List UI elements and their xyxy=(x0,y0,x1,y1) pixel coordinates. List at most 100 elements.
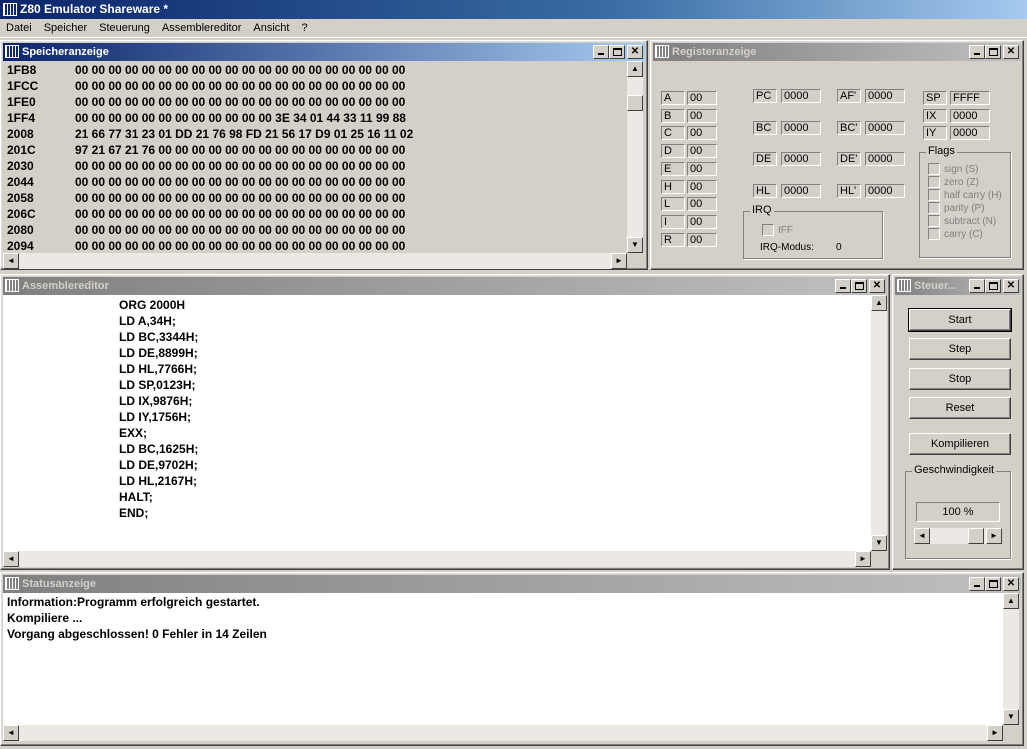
scroll-up-button[interactable]: ▲ xyxy=(871,295,887,311)
register-value: 00 xyxy=(687,144,717,159)
register-window: Registeranzeige ✕ A 00 B 00 C 00 D 00 E 00 H 00 L 00 I… xyxy=(650,40,1024,270)
memory-bytes: 00 00 00 00 00 00 00 00 00 00 00 00 3E 3… xyxy=(75,111,406,125)
close-button[interactable]: ✕ xyxy=(869,279,885,293)
menu-speicher[interactable]: Speicher xyxy=(38,19,93,37)
speed-increase-button[interactable]: ► xyxy=(986,528,1002,544)
minimize-button[interactable] xyxy=(593,45,609,59)
memory-address: 2058 xyxy=(7,191,34,205)
status-vscroll[interactable]: ▲ ▼ xyxy=(1003,593,1019,725)
register-value: 00 xyxy=(687,179,717,194)
window-icon xyxy=(5,45,19,58)
compile-button[interactable]: Kompilieren xyxy=(909,433,1011,455)
memory-titlebar[interactable]: Speicheranzeige ✕ xyxy=(3,43,645,61)
memory-view[interactable]: 1FB8 00 00 00 00 00 00 00 00 00 00 00 00 … xyxy=(3,61,627,251)
close-button[interactable]: ✕ xyxy=(1003,279,1019,293)
menu-steuerung[interactable]: Steuerung xyxy=(93,19,156,37)
flag-checkbox[interactable]: subtract (N) xyxy=(928,215,996,228)
scroll-up-button[interactable]: ▲ xyxy=(1003,593,1019,609)
register-label: A xyxy=(661,91,685,105)
minimize-button[interactable] xyxy=(835,279,851,293)
register-pair-value: 0000 xyxy=(781,120,821,135)
scroll-right-button[interactable]: ► xyxy=(855,551,871,567)
scroll-left-button[interactable]: ◄ xyxy=(3,253,19,269)
special-register-label: SP xyxy=(923,91,947,105)
maximize-button[interactable] xyxy=(609,45,625,59)
speed-decrease-button[interactable]: ◄ xyxy=(914,528,930,544)
flag-checkbox[interactable]: sign (S) xyxy=(928,163,978,176)
scroll-right-button[interactable]: ► xyxy=(987,725,1003,741)
status-line: Kompiliere ... xyxy=(7,611,83,625)
reset-button[interactable]: Reset xyxy=(909,397,1011,419)
iff-label: IFF xyxy=(778,225,793,236)
stop-button[interactable]: Stop xyxy=(909,368,1011,390)
scroll-up-button[interactable]: ▲ xyxy=(627,61,643,77)
irq-group-title: IRQ xyxy=(750,204,774,216)
memory-address: 206C xyxy=(7,207,36,221)
editor-textarea[interactable]: ORG 2000H LD A,34H; LD BC,3344H; LD DE,8899… xyxy=(3,295,871,551)
register-label: E xyxy=(661,161,685,176)
flag-checkbox[interactable]: zero (Z) xyxy=(928,176,979,189)
speed-slider[interactable]: ◄ ► xyxy=(914,528,1002,544)
close-button[interactable]: ✕ xyxy=(627,45,643,59)
status-titlebar[interactable]: Statusanzeige ✕ xyxy=(3,575,1021,593)
arrow-down-icon: ▼ xyxy=(1007,712,1015,721)
register-label: L xyxy=(661,197,685,212)
scroll-down-button[interactable]: ▼ xyxy=(1003,709,1019,725)
memory-bytes: 97 21 67 21 76 00 00 00 00 00 00 00 00 0… xyxy=(75,143,406,157)
maximize-button[interactable] xyxy=(851,279,867,293)
status-log[interactable]: Information:Programm erfolgreich gestart… xyxy=(3,593,1003,725)
minimize-button[interactable] xyxy=(969,577,985,591)
menu-help[interactable]: ? xyxy=(295,19,313,37)
special-register-label: IY xyxy=(923,126,947,140)
flag-checkbox[interactable]: carry (C) xyxy=(928,228,983,241)
status-hscroll[interactable]: ◄ ► xyxy=(3,725,1003,741)
scroll-right-button[interactable]: ► xyxy=(611,253,627,269)
arrow-down-icon: ▼ xyxy=(631,240,639,249)
close-icon: ✕ xyxy=(1006,280,1016,291)
memory-vscroll[interactable]: ▲ ▼ xyxy=(627,61,643,253)
status-line: Information:Programm erfolgreich gestart… xyxy=(7,595,260,609)
editor-titlebar[interactable]: Assemblereditor ✕ xyxy=(3,277,887,295)
editor-hscroll[interactable]: ◄ ► xyxy=(3,551,871,567)
start-button[interactable]: Start xyxy=(908,308,1012,332)
control-titlebar[interactable]: Steuer... ✕ xyxy=(895,277,1021,295)
scroll-thumb[interactable] xyxy=(627,95,643,111)
memory-row: 2030 00 00 00 00 00 00 00 00 00 00 00 00 … xyxy=(7,158,405,174)
arrow-left-icon: ◄ xyxy=(7,554,15,563)
code-line: LD SP,0123H; xyxy=(119,378,196,392)
scroll-left-button[interactable]: ◄ xyxy=(3,725,19,741)
scroll-down-button[interactable]: ▼ xyxy=(627,237,643,253)
scroll-down-button[interactable]: ▼ xyxy=(871,535,887,551)
editor-vscroll[interactable]: ▲ ▼ xyxy=(871,295,887,551)
maximize-button[interactable] xyxy=(985,279,1001,293)
register-value: 00 xyxy=(687,126,717,141)
status-window: Statusanzeige ✕ Information:Programm erf… xyxy=(0,572,1024,746)
flag-label: sign (S) xyxy=(944,164,979,175)
code-line: END; xyxy=(119,506,149,520)
flag-checkbox[interactable]: half carry (H) xyxy=(928,189,1002,202)
close-button[interactable]: ✕ xyxy=(1003,577,1019,591)
menu-ansicht[interactable]: Ansicht xyxy=(247,19,295,37)
maximize-icon xyxy=(855,282,864,290)
memory-hscroll[interactable]: ◄ ► xyxy=(3,253,627,269)
minimize-button[interactable] xyxy=(969,279,985,293)
menu-datei[interactable]: Datei xyxy=(0,19,38,37)
register-pair-value: 0000 xyxy=(865,89,905,103)
app-titlebar[interactable]: Z80 Emulator Shareware * xyxy=(0,0,1027,19)
arrow-left-icon: ◄ xyxy=(918,531,926,540)
menu-assemblereditor[interactable]: Assemblereditor xyxy=(156,19,247,37)
minimize-icon xyxy=(974,287,980,289)
scroll-left-button[interactable]: ◄ xyxy=(3,551,19,567)
speed-thumb[interactable] xyxy=(968,528,984,544)
register-label: I xyxy=(661,214,685,229)
step-button[interactable]: Step xyxy=(909,338,1011,360)
register-value: 00 xyxy=(687,108,717,123)
register-label: R xyxy=(661,232,685,247)
register-label: C xyxy=(661,126,685,141)
maximize-button[interactable] xyxy=(985,577,1001,591)
iff-checkbox[interactable]: IFF xyxy=(762,224,793,237)
memory-address: 1FF4 xyxy=(7,111,36,125)
register-pair-label: PC xyxy=(753,89,777,103)
flag-checkbox[interactable]: parity (P) xyxy=(928,202,985,215)
editor-title: Assemblereditor xyxy=(22,280,109,292)
